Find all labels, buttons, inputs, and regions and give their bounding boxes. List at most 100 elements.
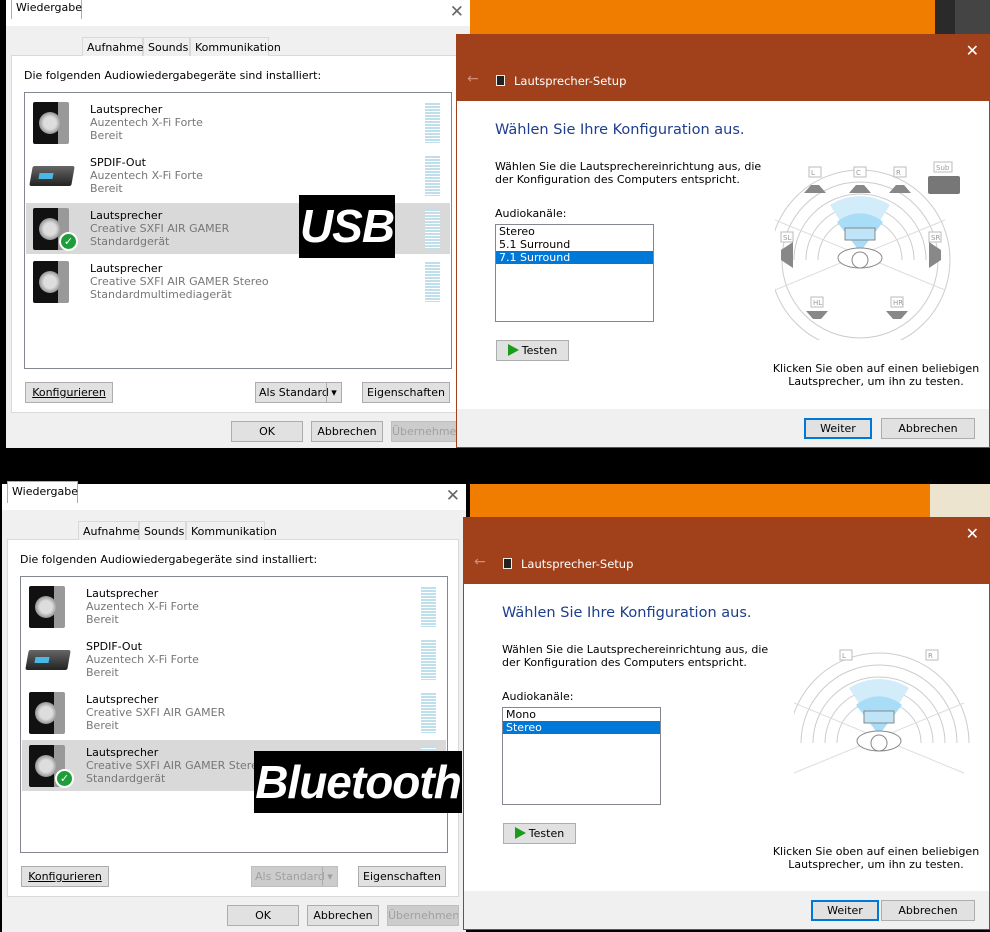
volume-meter	[425, 209, 440, 249]
test-button[interactable]: Testen	[503, 823, 576, 844]
speaker-c[interactable]: C	[849, 166, 871, 193]
default-check-icon: ✓	[59, 232, 78, 251]
default-check-icon: ✓	[55, 769, 74, 788]
channel-option[interactable]: Stereo	[503, 721, 660, 734]
back-arrow-icon[interactable]: ←	[467, 71, 479, 87]
channel-listbox[interactable]: Stereo 5.1 Surround 7.1 Surround	[495, 224, 654, 322]
channel-option[interactable]: Mono	[503, 708, 660, 721]
device-name: Lautsprecher	[90, 262, 163, 275]
dialog-footer: Weiter Abbrechen	[457, 409, 989, 447]
ok-button[interactable]: OK	[227, 905, 299, 926]
dropdown-arrow-icon[interactable]: ▾	[322, 867, 337, 886]
tab-kommunikation[interactable]: Kommunikation	[190, 37, 281, 56]
apply-button[interactable]: Übernehmen	[387, 905, 459, 926]
channel-option[interactable]: Stereo	[496, 225, 653, 238]
tab-kommunikation[interactable]: Kommunikation	[186, 521, 277, 540]
speaker-setup-icon	[503, 558, 512, 569]
channel-listbox[interactable]: Mono Stereo	[502, 707, 661, 805]
speaker-label: L	[842, 652, 846, 660]
close-icon[interactable]: ✕	[446, 486, 460, 506]
close-icon[interactable]: ✕	[966, 524, 979, 543]
speaker-layout-diagram[interactable]: L C R Sub SL SR HL HR	[775, 160, 965, 340]
page-heading: Wählen Sie Ihre Konfiguration aus.	[502, 605, 752, 621]
speaker-label: L	[811, 169, 815, 177]
speaker-sr[interactable]: SR	[928, 231, 942, 268]
close-icon[interactable]: ✕	[450, 2, 464, 22]
cancel-button[interactable]: Abbrechen	[311, 421, 383, 442]
spdif-icon	[29, 166, 75, 186]
device-status: Standardgerät	[86, 772, 166, 785]
speaker-label: R	[896, 169, 901, 177]
overlay-label-bluetooth: Bluetooth	[254, 751, 462, 813]
set-default-button[interactable]: Als Standard ▾	[255, 382, 342, 403]
next-button[interactable]: Weiter	[811, 900, 879, 921]
next-button[interactable]: Weiter	[804, 418, 872, 439]
device-list-item[interactable]: SPDIF-Out Auzentech X-Fi Forte Bereit	[22, 634, 446, 685]
background-window-bottom-edge	[930, 484, 990, 518]
device-status: Standardmultimediagerät	[90, 288, 232, 301]
speaker-layout-diagram[interactable]: LR	[794, 643, 984, 823]
device-status: Bereit	[90, 129, 123, 142]
device-name: SPDIF-Out	[86, 640, 142, 653]
description-line-1: Wählen Sie die Lautsprechereinrichtung a…	[495, 160, 762, 173]
speaker-setup-icon	[496, 75, 505, 86]
description-line-2: der Konfiguration des Computers entspric…	[495, 173, 740, 186]
properties-button[interactable]: Eigenschaften	[362, 382, 450, 403]
properties-button[interactable]: Eigenschaften	[358, 866, 446, 887]
device-driver: Creative SXFI AIR GAMER	[90, 222, 230, 235]
speaker-icon	[33, 102, 69, 144]
close-icon[interactable]: ✕	[966, 41, 979, 60]
channel-option[interactable]: 7.1 Surround	[496, 251, 653, 264]
speaker-hr[interactable]: HR	[886, 296, 908, 319]
volume-meter	[425, 103, 440, 143]
speaker-r[interactable]: R	[921, 649, 943, 676]
volume-meter	[421, 587, 436, 627]
tab-sounds[interactable]: Sounds	[139, 521, 186, 540]
set-default-label: Als Standard	[255, 870, 325, 883]
device-list-item[interactable]: Lautsprecher Auzentech X-Fi Forte Bereit	[22, 581, 446, 632]
tab-aufnahme[interactable]: Aufnahme	[78, 521, 140, 540]
tab-sounds[interactable]: Sounds	[143, 37, 190, 56]
back-arrow-icon[interactable]: ←	[474, 554, 486, 570]
cancel-button[interactable]: Abbrechen	[881, 418, 975, 439]
channel-option[interactable]: 5.1 Surround	[496, 238, 653, 251]
speaker-hl[interactable]: HL	[806, 296, 828, 319]
tab-aufnahme[interactable]: Aufnahme	[82, 37, 144, 56]
configure-button[interactable]: Konfigurieren	[25, 382, 113, 403]
window-title: Lautsprecher-Setup	[514, 74, 627, 88]
device-status: Standardgerät	[90, 235, 170, 248]
play-icon	[514, 827, 526, 839]
test-button[interactable]: Testen	[496, 340, 569, 361]
device-list-item[interactable]: Lautsprecher Creative SXFI AIR GAMER Berei…	[22, 687, 446, 738]
speaker-sl[interactable]: SL	[780, 231, 794, 268]
dropdown-arrow-icon[interactable]: ▾	[326, 383, 341, 402]
ok-button[interactable]: OK	[231, 421, 303, 442]
background-window-bottom	[470, 484, 930, 518]
device-list-item[interactable]: SPDIF-Out Auzentech X-Fi Forte Bereit	[26, 150, 450, 201]
speaker-sub[interactable]: Sub	[928, 161, 960, 194]
device-driver: Creative SXFI AIR GAMER	[86, 706, 226, 719]
speaker-label: R	[928, 652, 933, 660]
apply-button[interactable]: Übernehmen	[391, 421, 463, 442]
set-default-button[interactable]: Als Standard ▾	[251, 866, 338, 887]
device-driver: Creative SXFI AIR GAMER Stereo	[90, 275, 269, 288]
tab-wiedergabe[interactable]: Wiedergabe	[7, 481, 78, 503]
configure-button[interactable]: Konfigurieren	[21, 866, 109, 887]
device-status: Bereit	[86, 666, 119, 679]
speaker-l[interactable]: L	[804, 166, 826, 193]
speaker-icon	[33, 261, 69, 303]
device-list-item[interactable]: Lautsprecher Auzentech X-Fi Forte Bereit	[26, 97, 450, 148]
background-window-top	[470, 0, 935, 36]
tab-wiedergabe[interactable]: Wiedergabe	[11, 0, 82, 19]
title-bar: ✕ ← Lautsprecher-Setup	[457, 35, 989, 101]
cancel-button[interactable]: Abbrechen	[881, 900, 975, 921]
device-name: Lautsprecher	[86, 746, 159, 759]
device-list-item[interactable]: Lautsprecher Creative SXFI AIR GAMER Ster…	[26, 256, 450, 307]
device-driver: Creative SXFI AIR GAMER Stereo	[86, 759, 265, 772]
set-default-label: Als Standard	[259, 386, 329, 399]
channels-label: Audiokanäle:	[495, 207, 567, 220]
device-name: Lautsprecher	[90, 209, 163, 222]
hint-line-2: Lautsprecher, um ihn zu testen.	[788, 858, 964, 871]
speaker-label: C	[856, 169, 861, 177]
cancel-button[interactable]: Abbrechen	[307, 905, 379, 926]
